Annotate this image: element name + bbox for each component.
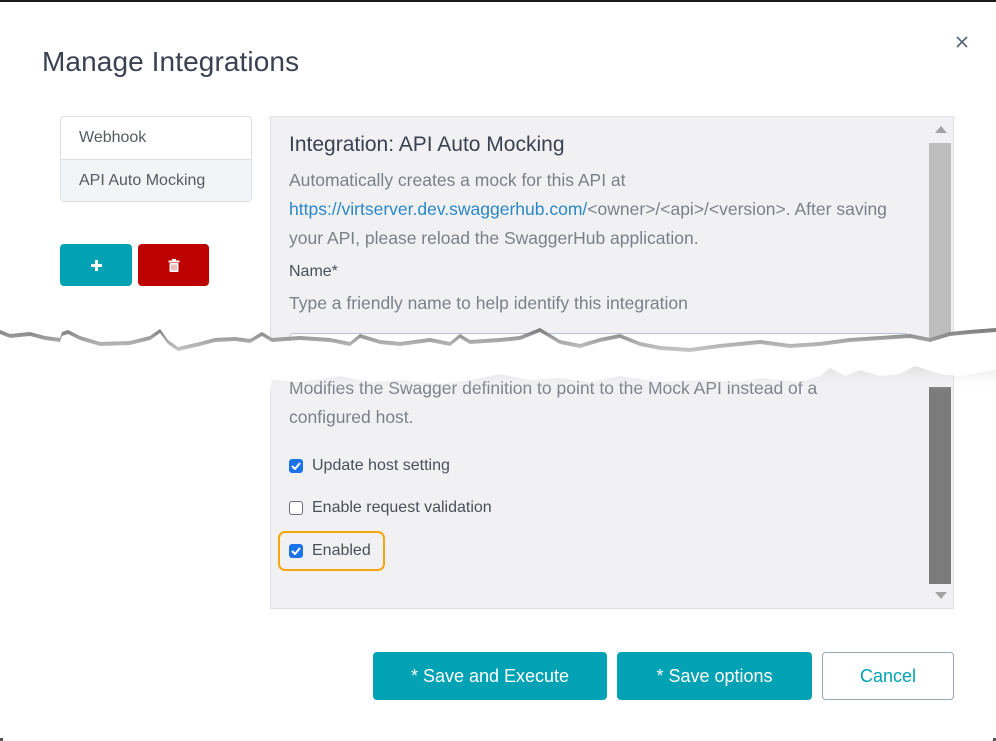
description-prefix: Automatically creates a mock for this AP… — [289, 170, 626, 190]
dialog-frame: Manage Integrations Webhook API Auto Moc… — [0, 0, 996, 741]
integration-item-webhook[interactable]: Webhook — [61, 117, 251, 159]
request-validation-label: Enable request validation — [312, 499, 492, 516]
scrollbar-thumb-lower[interactable] — [929, 387, 951, 584]
host-description: Modifies the Swagger definition to point… — [289, 374, 899, 432]
cancel-button[interactable]: Cancel — [822, 652, 954, 700]
update-host-checkbox[interactable] — [289, 459, 303, 473]
integration-description: Automatically creates a mock for this AP… — [289, 166, 899, 253]
integration-list: Webhook API Auto Mocking — [60, 116, 252, 202]
scroll-down-arrow-icon[interactable] — [935, 592, 947, 599]
update-host-checkbox-row[interactable]: Update host setting — [289, 457, 450, 475]
checkmark-icon — [291, 462, 301, 470]
close-button[interactable] — [950, 30, 974, 54]
modal-title: Manage Integrations — [42, 46, 300, 77]
delete-integration-button[interactable] — [138, 244, 209, 286]
name-label: Name* — [289, 263, 338, 280]
plus-icon — [90, 259, 102, 271]
integration-detail-panel: Integration: API Auto Mocking Automatica… — [270, 116, 954, 609]
integration-heading: Integration: API Auto Mocking — [289, 133, 565, 156]
save-options-button[interactable]: * Save options — [617, 652, 812, 700]
request-validation-checkbox[interactable] — [289, 501, 303, 515]
update-host-label: Update host setting — [312, 457, 450, 474]
scroll-up-arrow-icon[interactable] — [935, 126, 947, 133]
scrollbar-thumb[interactable] — [929, 143, 951, 343]
name-input[interactable] — [289, 333, 909, 367]
host-description-line2: configured host. — [289, 407, 414, 427]
integration-item-api-auto-mocking[interactable]: API Auto Mocking — [61, 159, 251, 201]
trash-icon — [168, 258, 179, 272]
checkmark-icon — [291, 547, 301, 555]
enabled-checkbox-row[interactable]: Enabled — [289, 542, 371, 560]
add-integration-button[interactable] — [60, 244, 132, 286]
close-icon — [956, 36, 968, 48]
panel-scrollbar[interactable] — [929, 117, 951, 608]
enabled-label: Enabled — [312, 542, 371, 559]
mock-server-link[interactable]: https://virtserver.dev.swaggerhub.com/ — [289, 199, 587, 219]
save-and-execute-button[interactable]: * Save and Execute — [373, 652, 607, 700]
enabled-checkbox[interactable] — [289, 544, 303, 558]
name-help-text: Type a friendly name to help identify th… — [289, 293, 688, 313]
request-validation-checkbox-row[interactable]: Enable request validation — [289, 499, 492, 517]
host-description-line1: Modifies the Swagger definition to point… — [289, 378, 818, 398]
